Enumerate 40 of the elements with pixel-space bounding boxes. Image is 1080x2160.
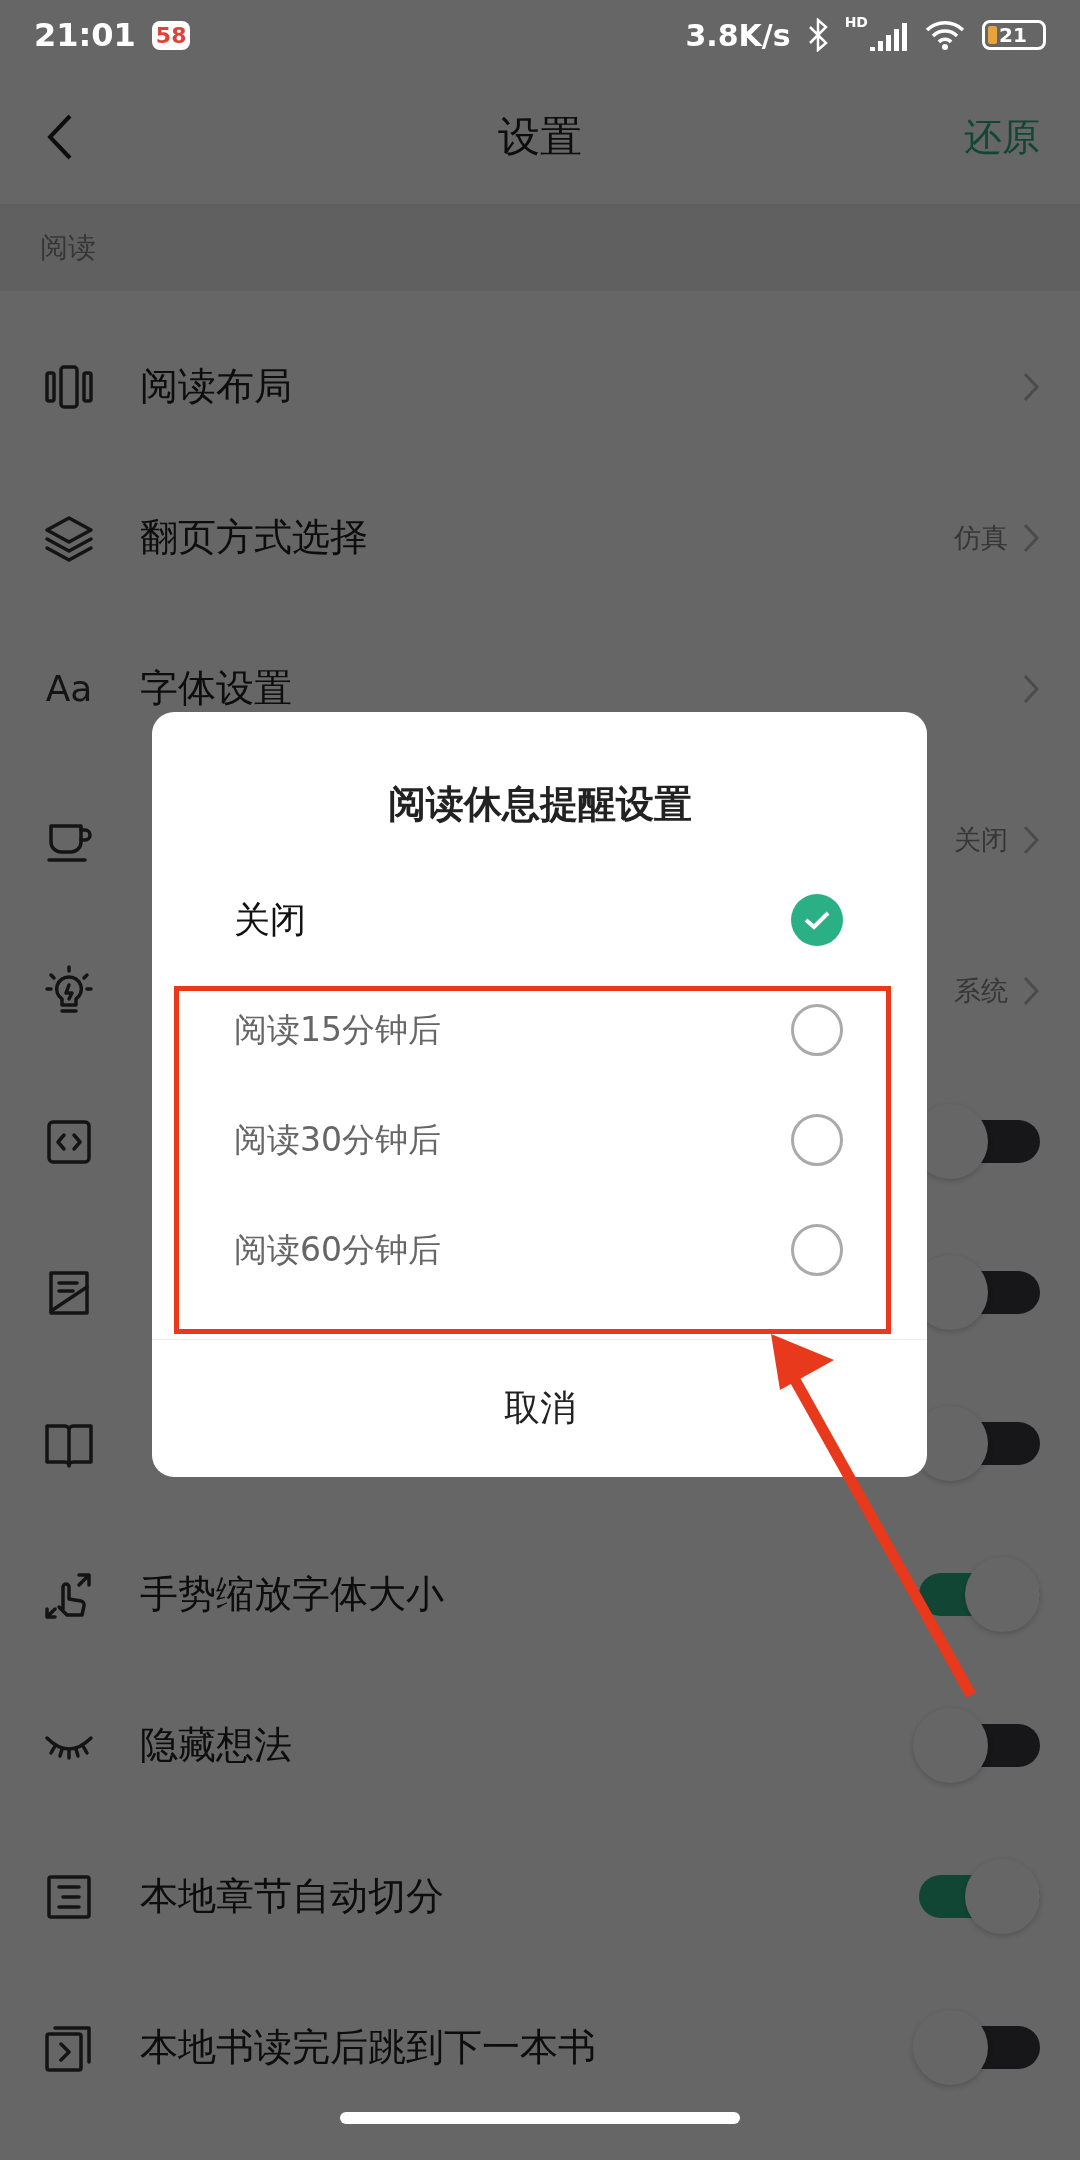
chevron-icon bbox=[1022, 974, 1040, 1007]
radio-button[interactable] bbox=[791, 1224, 843, 1276]
dialog-option[interactable]: 阅读30分钟后 bbox=[152, 1085, 927, 1195]
page-title: 设置 bbox=[498, 111, 582, 163]
wifi-icon bbox=[924, 19, 966, 51]
option-label: 阅读30分钟后 bbox=[234, 1118, 441, 1161]
app-notification-icon: 58 bbox=[151, 20, 191, 50]
radio-button[interactable] bbox=[791, 1114, 843, 1166]
hd-label: HD bbox=[844, 14, 868, 30]
chevron-icon bbox=[1022, 370, 1040, 403]
option-label: 阅读60分钟后 bbox=[234, 1228, 441, 1271]
dialog-option[interactable]: 阅读60分钟后 bbox=[152, 1195, 927, 1305]
status-time: 21:01 bbox=[34, 16, 136, 54]
dialog-option[interactable]: 关闭 bbox=[152, 865, 927, 975]
setting-label[interactable]: 手势缩放字体大小 bbox=[140, 1569, 869, 1620]
toggle-switch[interactable] bbox=[913, 1708, 1040, 1783]
chevron-icon bbox=[1022, 672, 1040, 705]
setting-label[interactable]: 本地章节自动切分 bbox=[140, 1871, 869, 1922]
cancel-button[interactable]: 取消 bbox=[152, 1340, 927, 1477]
setting-label[interactable]: 本地书读完后跳到下一本书 bbox=[140, 2022, 869, 2073]
battery-percent: 21 bbox=[999, 25, 1027, 45]
option-label: 关闭 bbox=[234, 897, 306, 942]
setting-label[interactable]: 阅读布局 bbox=[140, 361, 978, 412]
toggle-switch[interactable] bbox=[913, 2010, 1040, 2085]
radio-button[interactable] bbox=[791, 1004, 843, 1056]
chevron-icon bbox=[1022, 823, 1040, 856]
radio-button[interactable] bbox=[791, 894, 843, 946]
setting-label[interactable]: 隐藏想法 bbox=[140, 1720, 869, 1771]
restore-button[interactable]: 还原 bbox=[964, 111, 1040, 163]
check-icon bbox=[803, 909, 831, 931]
network-speed: 3.8K/s bbox=[685, 17, 791, 53]
dialog-option[interactable]: 阅读15分钟后 bbox=[152, 975, 927, 1085]
font-icon: Aa bbox=[45, 668, 93, 709]
dialog-title: 阅读休息提醒设置 bbox=[386, 781, 693, 828]
option-label: 阅读15分钟后 bbox=[234, 1008, 441, 1051]
chevron-icon bbox=[1022, 521, 1040, 554]
setting-label[interactable]: 字体设置 bbox=[140, 663, 978, 714]
battery-level-icon bbox=[988, 26, 997, 44]
bluetooth-icon bbox=[806, 18, 829, 52]
setting-label[interactable]: 翻页方式选择 bbox=[140, 512, 910, 563]
